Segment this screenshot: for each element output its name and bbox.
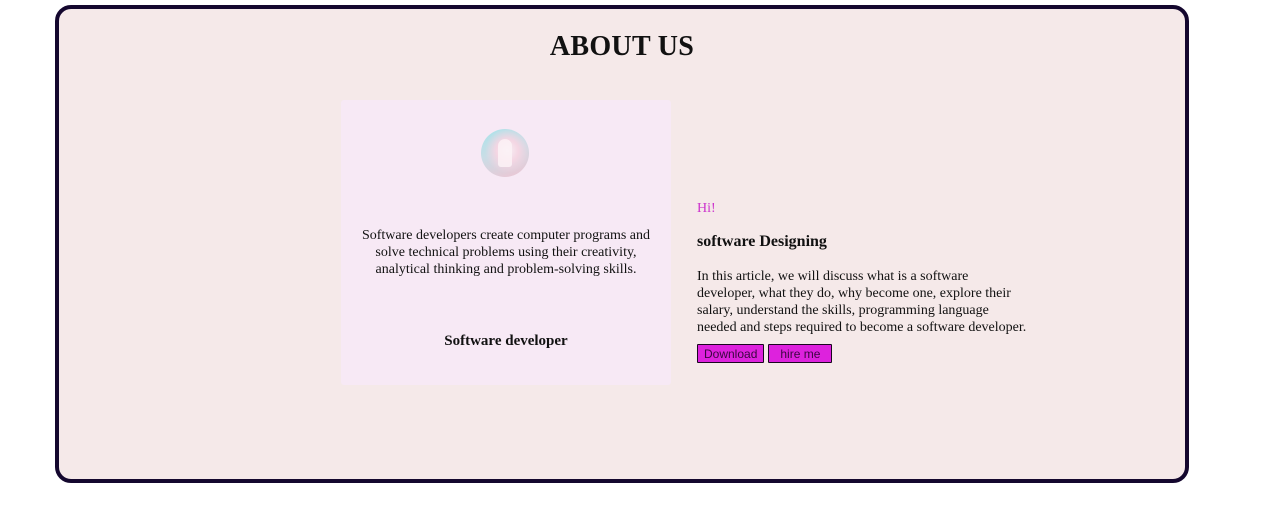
page-title: ABOUT US xyxy=(549,31,695,62)
card-role: Software developer xyxy=(444,333,568,349)
profile-card: Software developers create computer prog… xyxy=(341,100,671,385)
card-description: Software developers create computer prog… xyxy=(361,228,651,277)
action-buttons: Download hire me xyxy=(697,344,1027,363)
avatar xyxy=(481,129,529,177)
hire-me-button[interactable]: hire me xyxy=(768,344,833,363)
person-icon xyxy=(498,139,512,167)
intro-title: software Designing xyxy=(697,233,827,250)
download-button[interactable]: Download xyxy=(697,344,765,363)
intro-body: In this article, we will discuss what is… xyxy=(697,269,1027,335)
about-section: ABOUT US Software developers create comp… xyxy=(55,5,1189,483)
intro-panel: Hi! software Designing In this article, … xyxy=(697,200,1027,363)
greeting-text: Hi! xyxy=(697,201,716,216)
